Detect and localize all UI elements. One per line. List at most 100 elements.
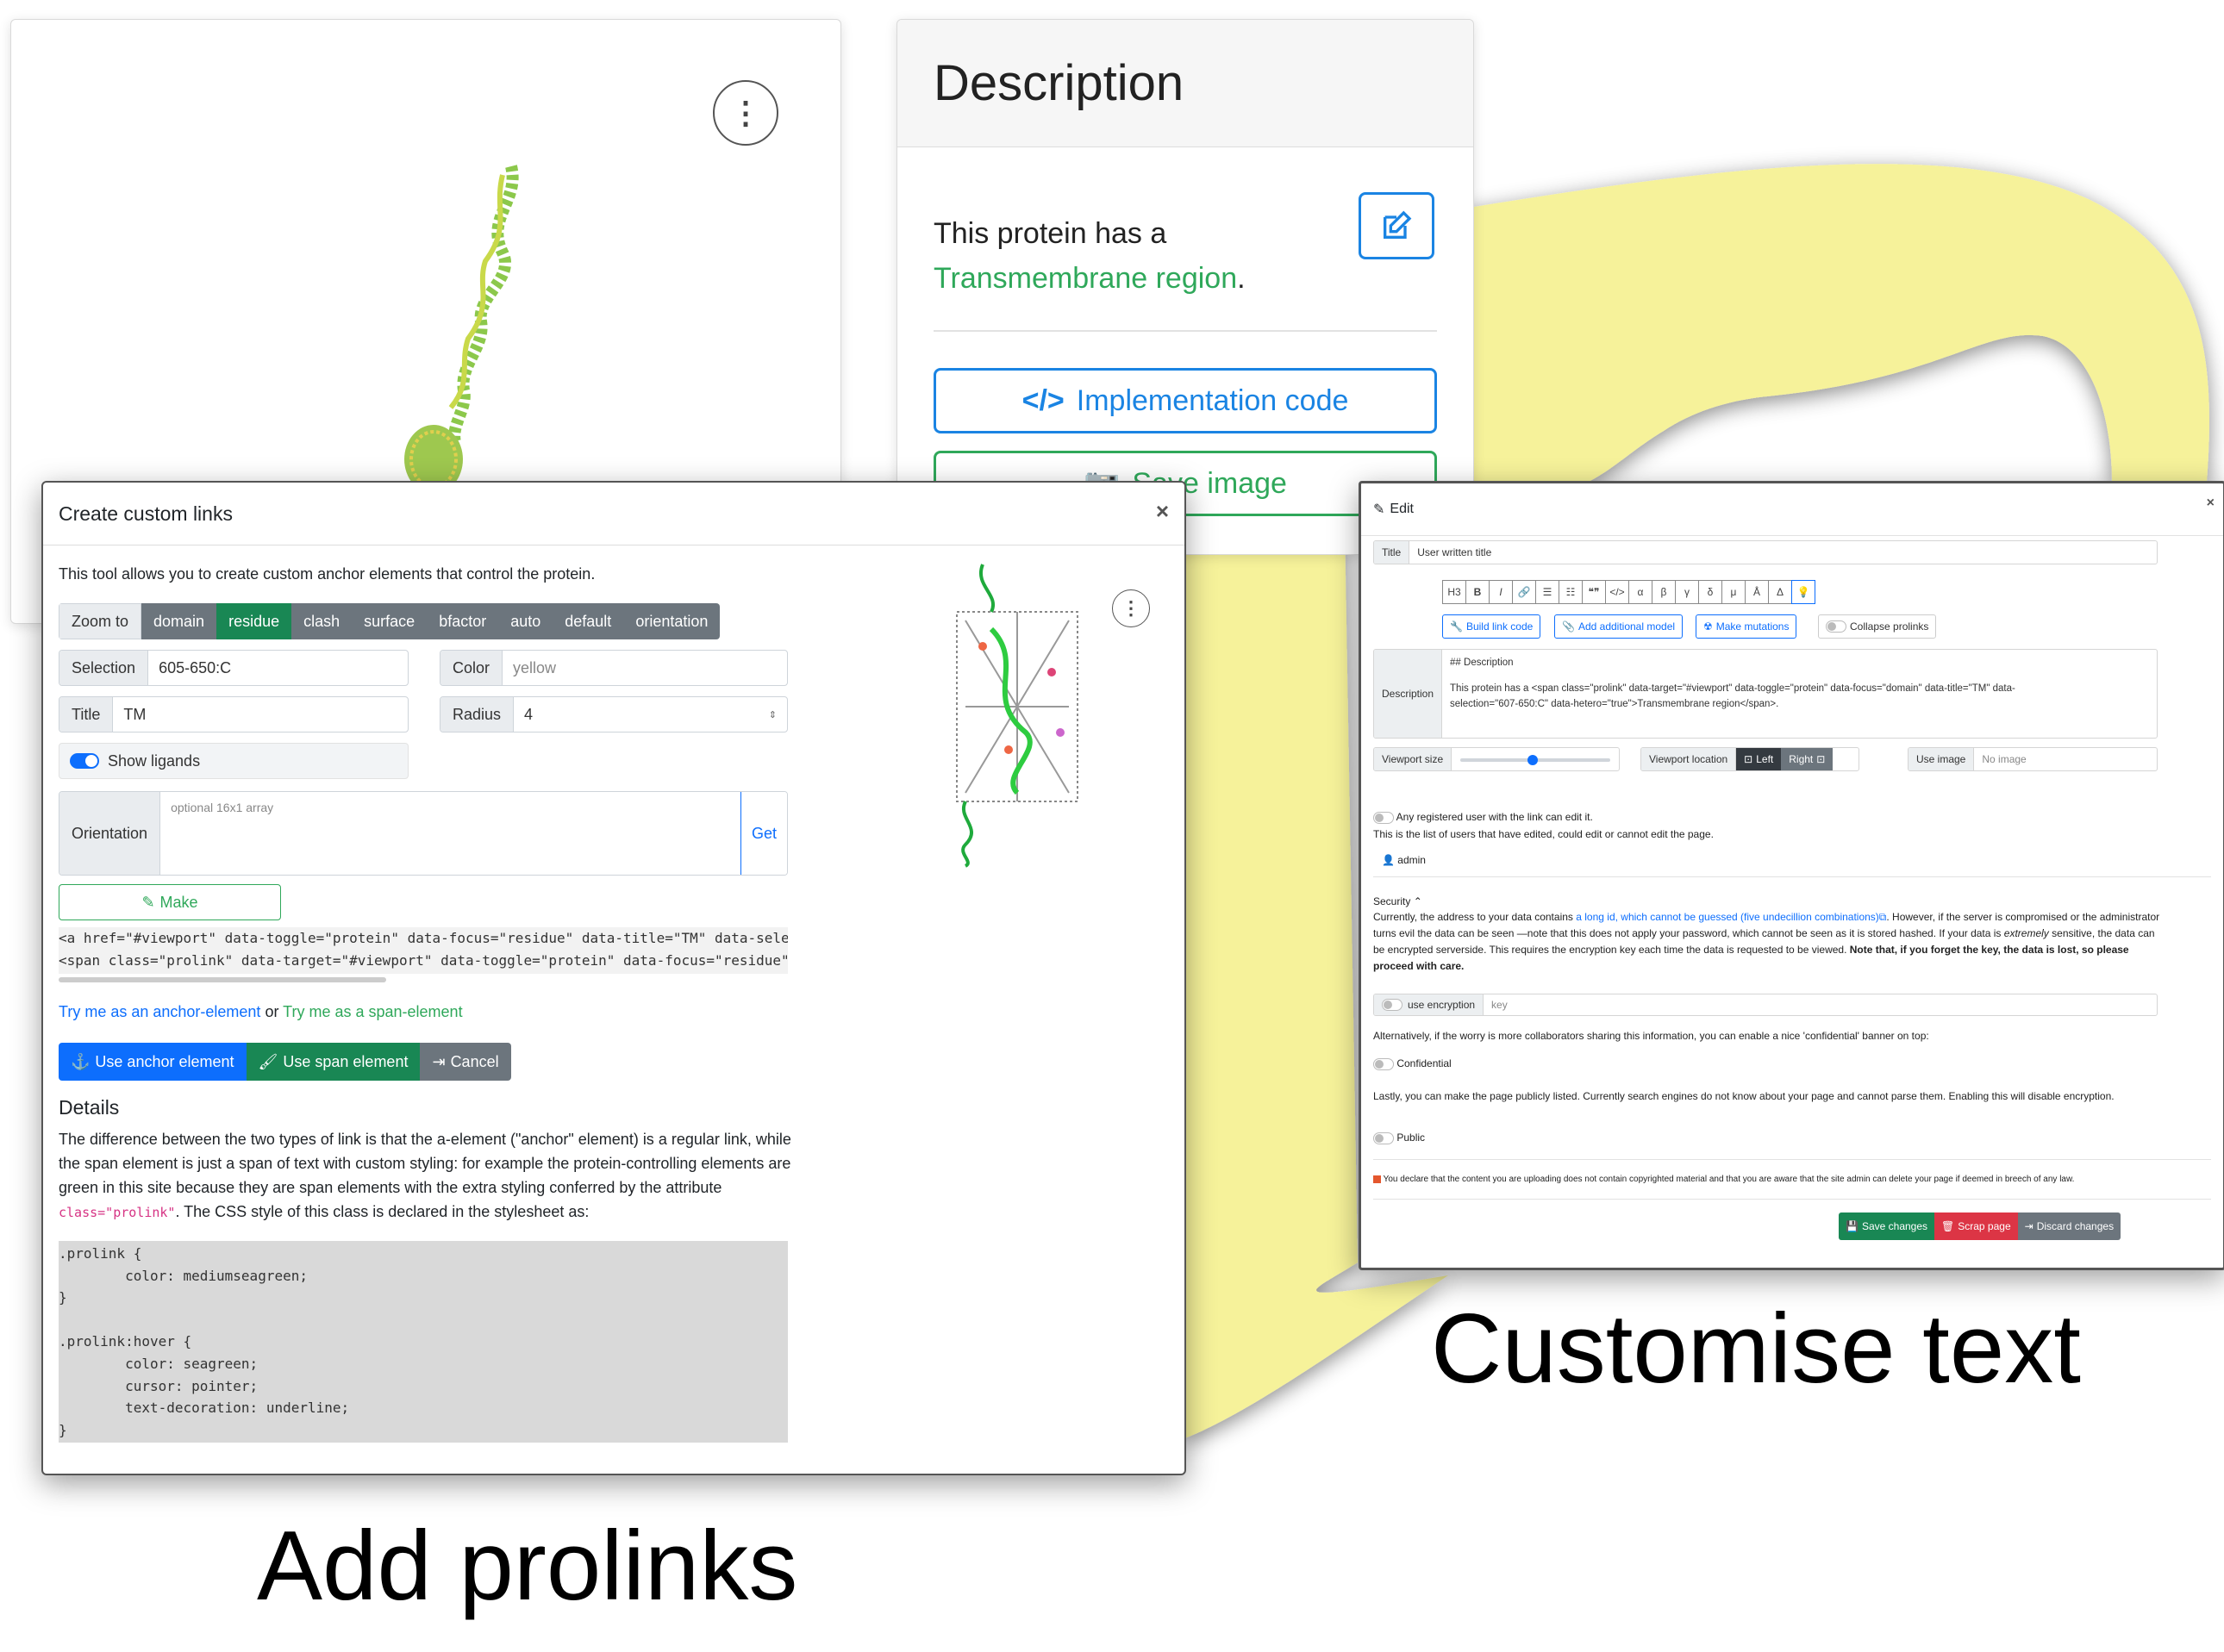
zoom-orientation-button[interactable]: orientation — [623, 603, 721, 639]
link-icon[interactable]: 🔗 — [1512, 580, 1536, 604]
zoom-bfactor-button[interactable]: bfactor — [427, 603, 499, 639]
confidential-label: Confidential — [1396, 1057, 1452, 1069]
generated-code-output[interactable]: <a href="#viewport" data-toggle="protein… — [59, 927, 788, 974]
alpha-icon[interactable]: α — [1628, 580, 1652, 604]
details-paragraph: The difference between the two types of … — [59, 1127, 797, 1225]
color-input[interactable]: yellow — [503, 651, 566, 685]
zoom-default-button[interactable]: default — [553, 603, 624, 639]
show-ligands-label: Show ligands — [108, 751, 201, 770]
mu-icon[interactable]: μ — [1721, 580, 1746, 604]
details-heading: Details — [59, 1096, 120, 1119]
show-ligands-switch[interactable]: Show ligands — [59, 744, 210, 778]
protein-cartoon-image[interactable] — [382, 149, 554, 511]
orientation-input-group: Orientation optional 16x1 array Get — [59, 791, 788, 876]
any-user-toggle[interactable] — [1373, 811, 1394, 824]
edit-button[interactable] — [1359, 192, 1434, 259]
italic-icon[interactable]: I — [1489, 580, 1513, 604]
viewport-left-button[interactable]: ⊡ Left — [1736, 748, 1782, 770]
zoom-auto-button[interactable]: auto — [498, 603, 553, 639]
lightbulb-icon[interactable]: 💡 — [1791, 580, 1815, 604]
use-span-button[interactable]: 🖌 Use span element — [246, 1043, 421, 1081]
public-toggle[interactable] — [1373, 1131, 1394, 1144]
zoom-clash-button[interactable]: clash — [291, 603, 353, 639]
angstrom-icon[interactable]: Å — [1745, 580, 1769, 604]
gamma-icon[interactable]: γ — [1675, 580, 1699, 604]
alt-text: Alternatively, if the worry is more coll… — [1373, 1030, 1929, 1042]
color-label: Color — [440, 651, 503, 685]
description-title: Description — [897, 20, 1473, 147]
cancel-button[interactable]: ⇥ Cancel — [420, 1043, 511, 1081]
zoom-residue-button[interactable]: residue — [216, 603, 292, 639]
bold-icon[interactable]: B — [1465, 580, 1490, 604]
confidential-toggle[interactable] — [1373, 1057, 1394, 1070]
use-anchor-button[interactable]: ⚓ Use anchor element — [59, 1043, 247, 1081]
zoom-domain-button[interactable]: domain — [141, 603, 217, 639]
edit-modal: ✎ Edit × Title User written title H3 B I… — [1359, 481, 2224, 1270]
protein-stick-preview-image[interactable] — [931, 560, 1103, 870]
edit-divider — [1373, 876, 2211, 877]
heading-icon[interactable]: H3 — [1442, 580, 1466, 604]
discard-changes-button[interactable]: ⇥ Discard changes — [2017, 1213, 2121, 1240]
close-icon[interactable]: × — [1156, 498, 1169, 525]
build-link-button[interactable]: 🔧 Build link code — [1442, 614, 1541, 639]
security-title: Security — [1373, 895, 1411, 907]
left-label: Left — [1756, 753, 1774, 765]
radius-stepper-icon[interactable]: ⇕ — [759, 697, 787, 732]
delta-icon[interactable]: δ — [1698, 580, 1722, 604]
zoom-surface-button[interactable]: surface — [352, 603, 428, 639]
toggle-on-icon[interactable] — [70, 753, 99, 769]
use-image-label: Use image — [1909, 748, 1975, 770]
scrap-page-label: Scrap page — [1958, 1220, 2011, 1232]
description-line-2: This protein has a <span class="prolink"… — [1450, 683, 2015, 694]
save-changes-button[interactable]: 💾 Save changes — [1839, 1213, 1935, 1240]
code-icon: </> — [1021, 383, 1065, 417]
edit-title-input[interactable]: User written title — [1409, 541, 1499, 564]
selection-input[interactable]: 605-650:C — [148, 651, 241, 685]
edit-close-icon[interactable]: × — [2207, 496, 2215, 511]
make-mutations-label: Make mutations — [1715, 620, 1790, 633]
preview-menu-icon[interactable]: ⋮ — [1112, 589, 1150, 627]
use-image-input[interactable]: No image — [1974, 748, 2033, 770]
implementation-code-button[interactable]: </> Implementation code — [934, 368, 1437, 433]
code-scrollbar[interactable] — [59, 977, 386, 982]
collapse-prolinks-switch[interactable]: Collapse prolinks — [1818, 614, 1937, 639]
anchor-icon: ⚓ — [71, 1052, 91, 1070]
viewport-size-slider[interactable] — [1452, 748, 1619, 770]
bullet-list-icon[interactable]: ☰ — [1535, 580, 1559, 604]
security-heading[interactable]: Security ⌃ — [1373, 894, 1422, 910]
transmembrane-prolink[interactable]: Transmembrane region — [934, 262, 1237, 295]
numbered-list-icon[interactable]: ☷ — [1559, 580, 1583, 604]
title-input[interactable]: TM — [113, 697, 156, 732]
viewport-right-button[interactable]: Right ⊡ — [1781, 748, 1834, 770]
scrap-page-button[interactable]: 🗑 Scrap page — [1934, 1213, 2018, 1240]
get-orientation-button[interactable]: Get — [740, 792, 787, 875]
security-text-1: Currently, the address to your data cont… — [1373, 911, 1573, 923]
code-icon[interactable]: </> — [1605, 580, 1629, 604]
details-text-end: . The CSS style of this class is declare… — [175, 1203, 590, 1220]
zoom-button-group: Zoom to domain residue clash surface bfa… — [59, 603, 721, 639]
use-image-group: Use image No image — [1908, 747, 2158, 771]
use-encryption-switch[interactable]: use encryption — [1374, 994, 1484, 1015]
encryption-toggle[interactable] — [1382, 999, 1402, 1011]
user-admin: 👤 admin — [1382, 852, 1426, 869]
toggle-off-icon[interactable] — [1826, 620, 1846, 633]
radius-input[interactable]: 4 — [514, 697, 759, 732]
security-link[interactable]: a long id, which cannot be guessed (five… — [1576, 911, 1879, 923]
uppercase-delta-icon[interactable]: Δ — [1768, 580, 1792, 604]
declaration-checkbox[interactable] — [1373, 1175, 1381, 1183]
any-user-label: Any registered user with the link can ed… — [1396, 811, 1593, 823]
quote-icon[interactable]: ❝❞ — [1582, 580, 1606, 604]
encryption-key-input[interactable]: key — [1484, 994, 1515, 1015]
beta-icon[interactable]: β — [1652, 580, 1676, 604]
magic-wand-icon: ✎ — [141, 893, 155, 911]
make-mutations-button[interactable]: ☢ Make mutations — [1696, 614, 1797, 639]
try-anchor-link[interactable]: Try me as an anchor-element — [59, 1003, 260, 1020]
try-span-link[interactable]: Try me as a span-element — [283, 1003, 462, 1020]
add-model-button[interactable]: 📎 Add additional model — [1554, 614, 1684, 639]
selection-input-group: Selection 605-650:C — [59, 650, 409, 686]
edit-description-textarea[interactable]: ## Description This protein has a <span … — [1442, 650, 2023, 738]
orientation-textarea[interactable]: optional 16x1 array — [160, 792, 740, 875]
slider-knob[interactable] — [1527, 755, 1538, 765]
make-button[interactable]: ✎ Make — [59, 884, 281, 920]
viewer-menu-icon[interactable]: ⋮ — [713, 80, 778, 146]
